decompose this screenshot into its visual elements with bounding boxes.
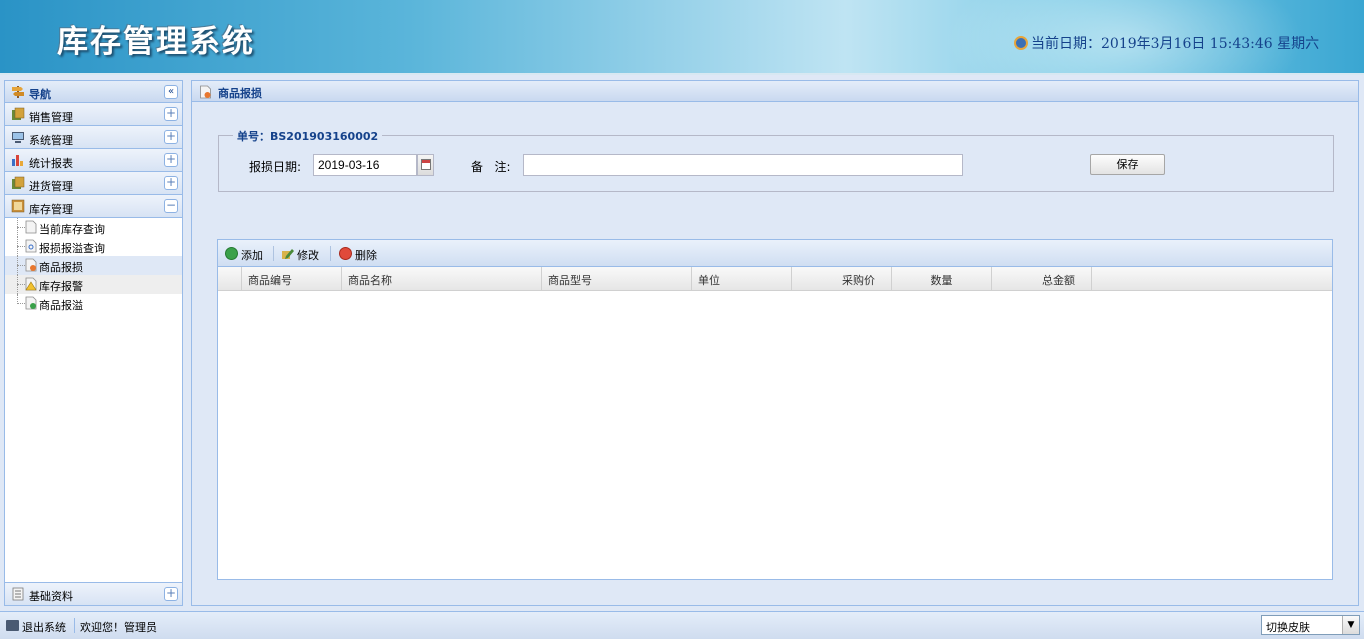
purchase-icon — [12, 176, 25, 189]
status-bar: 退出系统 欢迎您！管理员 切换皮肤 ▼ — [0, 611, 1364, 639]
product-grid: 添加 修改 删除 商品编号 商品名称 商品型号 单位 采购价 数量 总金额 — [217, 239, 1333, 580]
edit-label: 修改 — [297, 249, 319, 262]
tree-item-label: 库存报警 — [39, 280, 83, 293]
toolbar-separator — [330, 246, 331, 261]
nav-section-system[interactable]: 系统管理 + — [5, 126, 182, 149]
inventory-tree: 当前库存查询 报损报溢查询 商品报损 库存报警 商品报溢 — [5, 218, 182, 577]
nav-section-purchase[interactable]: 进货管理 + — [5, 172, 182, 195]
document-remove-icon — [25, 258, 37, 272]
basic-data-icon — [12, 587, 24, 601]
logout-label: 退出系统 — [22, 621, 66, 634]
order-fieldset: 单号：BS201903160002 报损日期: 备 注: 保存 — [218, 128, 1334, 192]
expand-icon[interactable]: + — [164, 107, 178, 121]
skin-select-value: 切换皮肤 — [1266, 621, 1310, 634]
grid-header: 商品编号 商品名称 商品型号 单位 采购价 数量 总金额 — [218, 267, 1332, 291]
app-header: 库存管理系统 当前日期：2019年3月16日 15:43:46 星期六 — [0, 0, 1364, 75]
calendar-icon — [421, 159, 431, 170]
column-header[interactable]: 数量 — [892, 267, 992, 291]
row-number-header — [218, 267, 242, 291]
date-label: 报损日期: — [249, 160, 302, 174]
navigation-panel: 导航 « 销售管理 + 系统管理 + 统计报表 + 进货管理 + 库存管理 − … — [4, 80, 183, 606]
nav-section-sales[interactable]: 销售管理 + — [5, 103, 182, 126]
document-icon — [25, 220, 37, 234]
main-panel-header: 商品报损 — [192, 81, 1358, 102]
date-picker-button[interactable] — [417, 154, 434, 176]
signpost-icon — [12, 86, 24, 98]
main-panel: 商品报损 单号：BS201903160002 报损日期: 备 注: 保存 添加 … — [191, 80, 1359, 606]
toolbar-separator — [273, 246, 274, 261]
page-title: 商品报损 — [218, 87, 262, 100]
expand-icon[interactable]: + — [164, 176, 178, 190]
chevron-down-icon[interactable]: ▼ — [1342, 616, 1359, 634]
document-add-icon — [25, 296, 37, 310]
monitor-icon — [6, 620, 19, 631]
expand-icon[interactable]: + — [164, 587, 178, 601]
expand-icon[interactable]: + — [164, 153, 178, 167]
save-button[interactable]: 保存 — [1090, 154, 1165, 175]
tree-item-current-stock[interactable]: 当前库存查询 — [5, 218, 182, 237]
tree-item-label: 商品报溢 — [39, 299, 83, 312]
nav-section-basic-data[interactable]: 基础资料 + — [5, 582, 182, 605]
remark-input[interactable] — [523, 154, 963, 176]
column-header[interactable]: 商品型号 — [542, 267, 692, 291]
sales-icon — [12, 107, 25, 120]
column-header[interactable]: 单位 — [692, 267, 792, 291]
clock-icon — [1014, 36, 1028, 50]
nav-section-reports[interactable]: 统计报表 + — [5, 149, 182, 172]
delete-button[interactable]: 删除 — [339, 246, 381, 262]
skin-select[interactable]: 切换皮肤 ▼ — [1261, 615, 1360, 635]
tree-item-damage-overflow-query[interactable]: 报损报溢查询 — [5, 237, 182, 256]
edit-button[interactable]: 修改 — [281, 246, 323, 262]
tree-item-stock-alarm[interactable]: 库存报警 — [5, 275, 182, 294]
tree-item-label: 报损报溢查询 — [39, 242, 105, 255]
column-header[interactable]: 总金额 — [992, 267, 1092, 291]
column-header[interactable]: 商品编号 — [242, 267, 342, 291]
navigation-title: 导航 — [29, 88, 51, 101]
collapse-nav-button[interactable]: « — [164, 85, 178, 99]
system-icon — [12, 132, 24, 143]
order-number: 单号：BS201903160002 — [233, 128, 383, 144]
chart-icon — [12, 155, 23, 166]
tree-item-damage[interactable]: 商品报损 — [5, 256, 182, 275]
grid-toolbar: 添加 修改 删除 — [218, 240, 1332, 267]
current-date-text: 当前日期：2019年3月16日 15:43:46 星期六 — [1031, 36, 1320, 52]
nav-section-label: 统计报表 — [29, 157, 73, 170]
footer-separator — [74, 618, 75, 633]
add-icon — [225, 247, 238, 260]
damage-date-input[interactable] — [313, 154, 417, 176]
nav-section-label: 基础资料 — [29, 590, 73, 603]
collapse-icon[interactable]: − — [164, 199, 178, 213]
delete-label: 删除 — [355, 249, 377, 262]
document-search-icon — [25, 239, 37, 253]
app-title: 库存管理系统 — [57, 24, 255, 60]
nav-section-label: 销售管理 — [29, 111, 73, 124]
navigation-header: 导航 « — [5, 81, 182, 103]
nav-section-label: 进货管理 — [29, 180, 73, 193]
tree-item-label: 当前库存查询 — [39, 223, 105, 236]
delete-icon — [339, 247, 352, 260]
add-button[interactable]: 添加 — [225, 246, 267, 262]
document-remove-icon — [200, 85, 211, 99]
edit-icon — [282, 249, 294, 259]
nav-section-label: 库存管理 — [29, 203, 73, 216]
tree-item-overflow[interactable]: 商品报溢 — [5, 294, 182, 313]
nav-section-inventory[interactable]: 库存管理 − — [5, 195, 182, 218]
current-date: 当前日期：2019年3月16日 15:43:46 星期六 — [1014, 33, 1319, 53]
nav-section-label: 系统管理 — [29, 134, 73, 147]
add-label: 添加 — [241, 249, 263, 262]
tree-item-label: 商品报损 — [39, 261, 83, 274]
inventory-icon — [11, 199, 25, 213]
column-header[interactable]: 商品名称 — [342, 267, 542, 291]
remark-label: 备 注: — [471, 160, 511, 174]
expand-icon[interactable]: + — [164, 130, 178, 144]
warning-icon — [25, 277, 37, 291]
welcome-text: 欢迎您！管理员 — [80, 621, 157, 634]
column-header[interactable]: 采购价 — [792, 267, 892, 291]
